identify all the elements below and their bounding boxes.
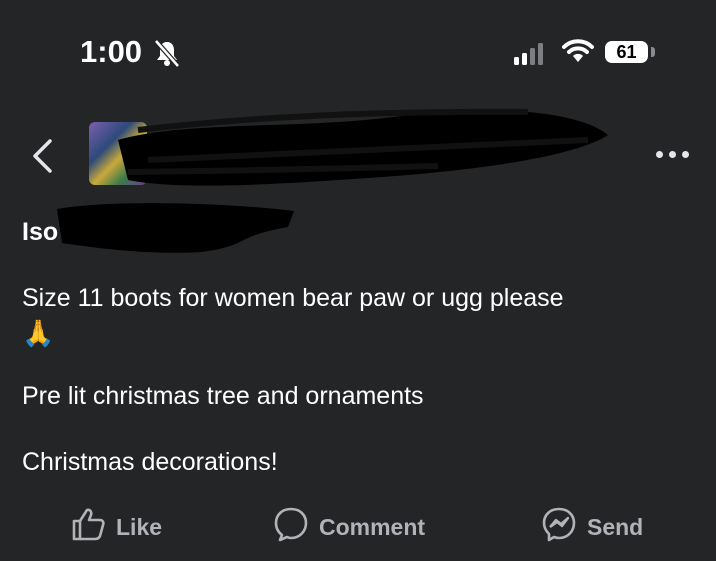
comment-button[interactable]: Comment	[273, 506, 425, 548]
like-button[interactable]: Like	[70, 506, 162, 548]
thumbs-up-icon	[70, 506, 106, 548]
silent-mode-icon	[152, 38, 182, 73]
comment-bubble-icon	[273, 506, 309, 548]
send-button[interactable]: Send	[541, 506, 643, 548]
back-chevron-icon[interactable]	[30, 138, 56, 179]
send-label: Send	[587, 513, 644, 540]
wifi-icon	[562, 38, 594, 69]
battery-indicator: 61	[605, 41, 648, 63]
post-line-decorations: Christmas decorations!	[22, 448, 278, 476]
more-options-icon[interactable]	[656, 151, 689, 158]
redacted-text	[52, 197, 302, 262]
cellular-signal-icon	[514, 41, 543, 65]
pray-emoji: 🙏	[22, 318, 55, 348]
comment-label: Comment	[319, 513, 426, 540]
redacted-author-name	[108, 100, 618, 205]
battery-tip	[651, 47, 655, 57]
status-time: 1:00	[80, 34, 143, 69]
like-label: Like	[116, 513, 163, 540]
post-line-tree: Pre lit christmas tree and ornaments	[22, 382, 424, 410]
post-screen: 1:00 61 Iso Size 11 boots for women bear…	[0, 0, 716, 561]
post-line-boots: Size 11 boots for women bear paw or ugg …	[22, 284, 564, 312]
messenger-icon	[541, 506, 577, 548]
